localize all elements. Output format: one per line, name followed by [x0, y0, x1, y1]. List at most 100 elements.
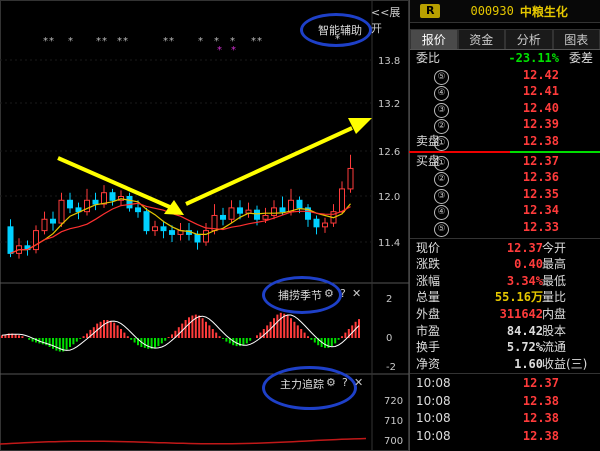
quote-row: 涨幅 3.34% 最低 [410, 273, 600, 290]
indicator1-label[interactable]: 捕捞季节 [278, 287, 322, 303]
tick-row: 10:08 12.38 [410, 428, 600, 445]
quote-right-label: 股本 [542, 323, 567, 338]
candle-body [58, 199, 65, 224]
sell-row: ④ 12.41 [410, 83, 600, 102]
tick-row: 10:08 12.37 [410, 375, 600, 392]
candle-body [143, 211, 150, 232]
quote-right-label: 最低 [542, 273, 567, 288]
buy-row: 买盘 ① 12.37 [410, 153, 600, 171]
quote-value: 55.16万 [494, 290, 543, 305]
quote-panel: R 000930 中粮生化 报价 资金 分析 图表 委比 -23.11% 委差 ⑤ 12… [409, 0, 600, 451]
buy-price[interactable]: 12.36 [523, 169, 559, 185]
tab-chart[interactable]: 图表 [552, 29, 600, 49]
arrow-up-head [348, 118, 372, 134]
buy-price[interactable]: 12.33 [523, 219, 559, 235]
buy-row: ⑤ 12.33 [410, 219, 600, 237]
weibi-row: 委比 -23.11% 委差 [410, 50, 600, 66]
tick-time: 10:08 [416, 376, 451, 391]
sell-label: 卖盘 [416, 134, 441, 148]
indicator2-help-icon[interactable]: ? [342, 375, 348, 389]
tab-quote[interactable]: 报价 [410, 29, 458, 49]
weicha-label: 委差 [568, 51, 593, 65]
candle-body [160, 226, 167, 232]
star-marker: * [43, 36, 48, 47]
star-marker: * [102, 36, 107, 47]
kline-chart-area[interactable]: 13.8 13.2 12.6 12.0 11.4 2 0 -2 720 710 700 * * * * * * *… [0, 0, 409, 451]
candle-body [92, 199, 99, 205]
tick-time: 10:08 [416, 428, 451, 443]
candle-body [169, 230, 175, 235]
indicator2-axis-label: 720 [384, 396, 403, 407]
sell-price[interactable]: 12.39 [523, 116, 559, 132]
buy-price[interactable]: 12.35 [523, 186, 559, 202]
quote-label: 外盘 [416, 307, 441, 321]
candle-body [67, 199, 73, 209]
quote-value: 12.37 [506, 240, 543, 255]
sell-price[interactable]: 12.40 [523, 100, 559, 116]
candle-body [296, 199, 303, 209]
r-badge[interactable]: R [420, 4, 441, 18]
buy-label: 买盘 [416, 153, 441, 168]
quote-value: 3.34% [506, 273, 543, 288]
sell-price[interactable]: 12.38 [523, 133, 559, 149]
weibi-value: -23.11% [508, 51, 559, 65]
indicator1-help-icon[interactable]: ? [340, 286, 346, 300]
indicator1-axis-label: 2 [386, 294, 392, 305]
candle-body [126, 196, 133, 209]
quote-row: 净资 1.60 收益(三) [410, 356, 600, 373]
quote-separator [410, 237, 600, 239]
quote-row: 市盈 84.42 股本 [410, 323, 600, 340]
quote-value: 1.60 [514, 356, 543, 371]
star-marker: * [68, 36, 73, 47]
ticks-separator [410, 373, 600, 375]
quote-row: 换手 5.72% 流通 [410, 339, 600, 356]
quote-label: 总量 [416, 290, 441, 305]
candle-body [194, 233, 201, 243]
quote-value: 84.42 [506, 323, 543, 338]
sell-row: ② 12.39 [410, 116, 600, 135]
tab-analysis[interactable]: 分析 [505, 29, 553, 49]
candle-body [228, 207, 235, 220]
candle-body [33, 230, 39, 251]
smart-assist-star: * [335, 34, 340, 45]
candle-body [271, 207, 277, 216]
quote-label: 净资 [416, 356, 441, 371]
star-marker: * [163, 36, 168, 47]
collapse-button[interactable]: <<展开 [371, 4, 409, 36]
star-marker: * [257, 36, 262, 47]
star-marker: * [123, 36, 128, 47]
buy-row: ③ 12.35 [410, 186, 600, 204]
indicator1-close-icon[interactable]: ✕ [352, 286, 361, 300]
buy-price[interactable]: 12.37 [523, 153, 559, 169]
indicator2-close-icon[interactable]: ✕ [354, 375, 363, 389]
tab-funds[interactable]: 资金 [457, 29, 505, 49]
indicator1-axis-label: -2 [386, 362, 396, 373]
stock-code: 000930 [470, 4, 514, 18]
candle-body [135, 207, 141, 213]
tick-price: 12.38 [522, 393, 559, 408]
quote-value: 311642 [499, 307, 543, 321]
indicator2-label[interactable]: 主力追踪 [280, 376, 324, 392]
sell-price[interactable]: 12.41 [523, 83, 559, 99]
candle-body [41, 218, 48, 232]
candle-body [109, 192, 116, 201]
candle-body [313, 218, 320, 228]
price-axis-label: 11.4 [378, 238, 400, 249]
stock-header: R 000930 中粮生化 [410, 0, 600, 23]
quote-right-label: 最高 [542, 257, 567, 272]
indicator2-gear-icon[interactable]: ⚙ [326, 375, 336, 389]
quote-right-label: 收益(三) [542, 356, 588, 371]
smart-assist-label[interactable]: 智能辅助 [318, 22, 362, 38]
quote-right-label: 量比 [542, 290, 567, 305]
price-axis-label: 13.2 [378, 99, 400, 110]
star-marker-magenta: * [231, 45, 236, 56]
quote-value: 5.72% [506, 340, 543, 355]
sell-price[interactable]: 12.42 [523, 67, 559, 83]
tick-price: 12.38 [522, 411, 559, 426]
candle-body [50, 218, 56, 224]
buy-price[interactable]: 12.34 [523, 202, 559, 218]
indicator1-gear-icon[interactable]: ⚙ [324, 286, 334, 300]
tick-row: 10:08 12.38 [410, 393, 600, 410]
indicator2-axis-label: 700 [384, 436, 403, 447]
quote-tabs: 报价 资金 分析 图表 [410, 29, 600, 50]
